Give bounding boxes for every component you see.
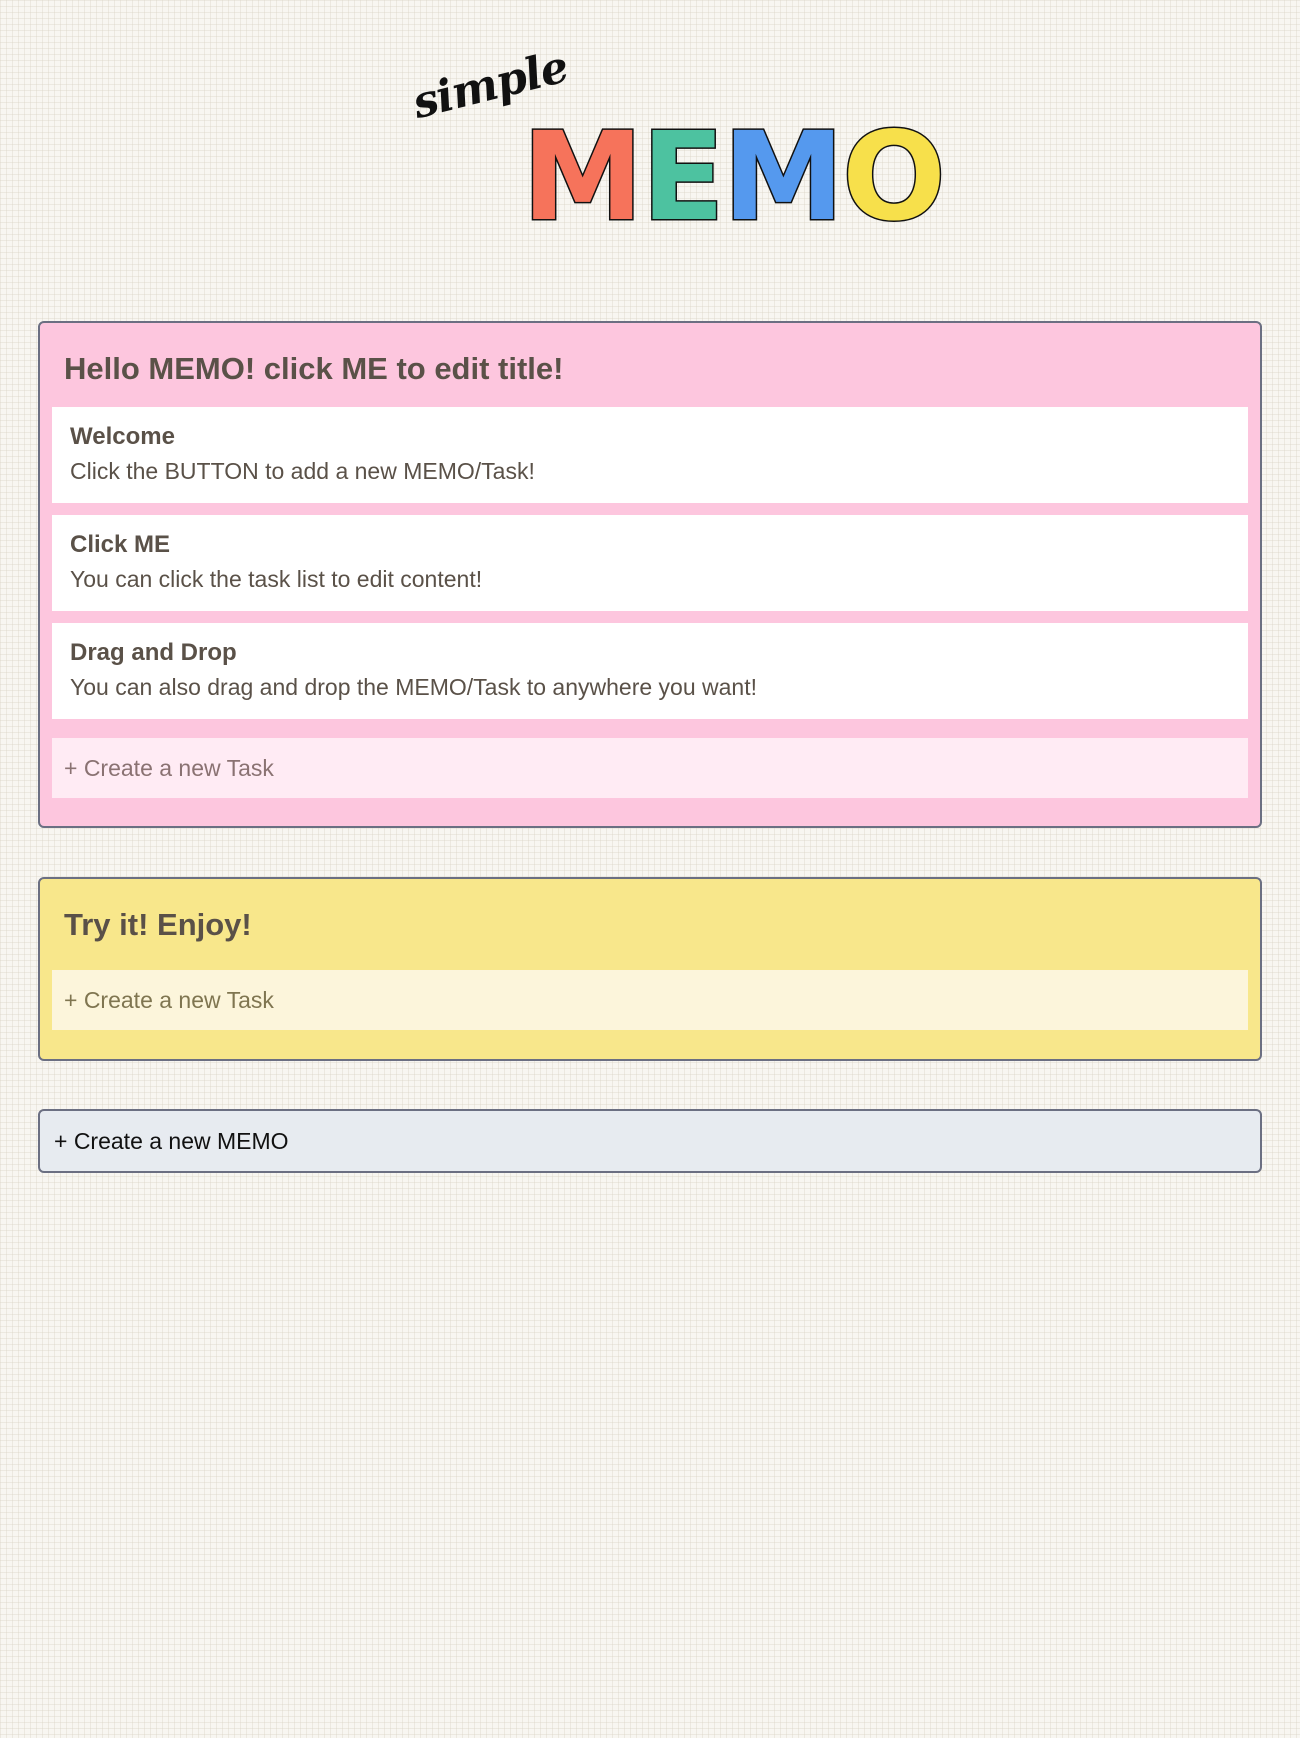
memo-card[interactable]: Try it! Enjoy! + Create a new Task: [38, 877, 1262, 1061]
logo-wordmark: M E M O: [520, 106, 948, 248]
task-title: Click ME: [70, 531, 171, 558]
memo-title[interactable]: Hello MEMO! click ME to edit title!: [64, 351, 563, 387]
logo-letter-o: O: [841, 106, 948, 248]
logo-letter-e: E: [640, 106, 726, 248]
logo-letter-m1: M: [520, 106, 644, 248]
task-content: You can click the task list to edit cont…: [70, 566, 483, 592]
create-memo-button[interactable]: + Create a new MEMO: [38, 1109, 1262, 1173]
task-title: Welcome: [70, 423, 175, 450]
task-title: Drag and Drop: [70, 639, 237, 666]
task-card[interactable]: Welcome Click the BUTTON to add a new ME…: [52, 407, 1248, 503]
create-task-button[interactable]: + Create a new Task: [52, 738, 1248, 798]
task-content: You can also drag and drop the MEMO/Task…: [70, 674, 757, 700]
task-content: Click the BUTTON to add a new MEMO/Task!: [70, 458, 535, 484]
task-card[interactable]: Drag and Drop You can also drag and drop…: [52, 623, 1248, 719]
memo-title[interactable]: Try it! Enjoy!: [64, 907, 252, 943]
task-card[interactable]: Click ME You can click the task list to …: [52, 515, 1248, 611]
memo-card[interactable]: Hello MEMO! click ME to edit title! Welc…: [38, 321, 1262, 828]
logo-letter-m2: M: [721, 106, 845, 248]
create-task-button[interactable]: + Create a new Task: [52, 970, 1248, 1030]
app-logo: simple M E M O: [408, 41, 948, 239]
